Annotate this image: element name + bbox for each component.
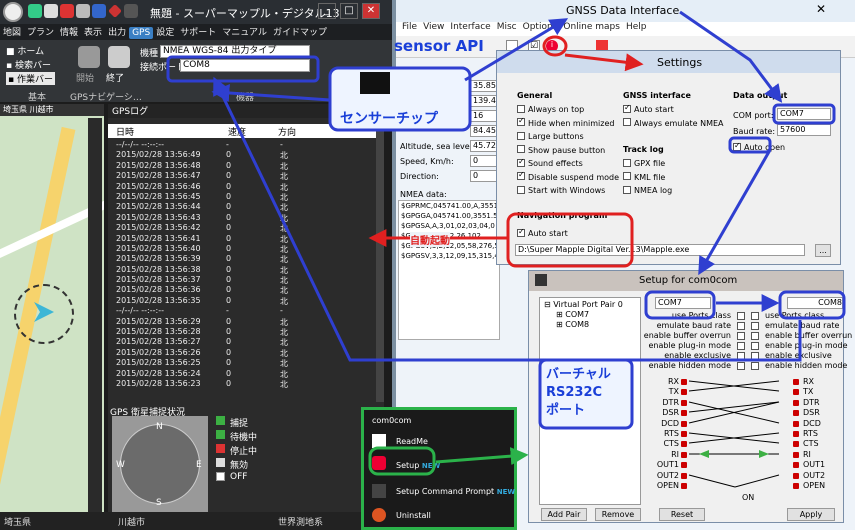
virtual-port-label: バーチャル RS232C ポート [546,367,611,418]
sensor-chip-label: センサーチップ [340,111,438,127]
annotation-layer [166,10,846,476]
auto-start-label: 自動起動 [410,232,450,247]
